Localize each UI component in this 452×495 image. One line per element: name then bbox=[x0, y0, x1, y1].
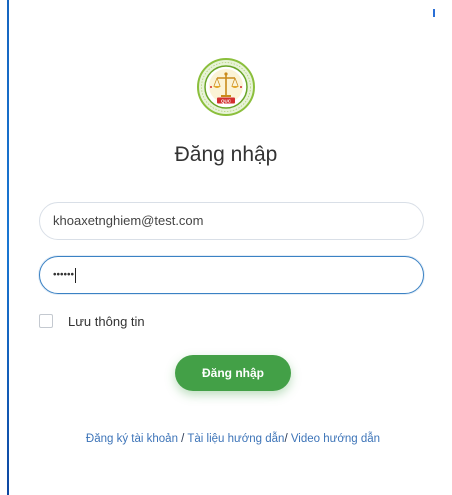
email-value: khoaxetnghiem@test.com bbox=[53, 213, 204, 228]
password-field[interactable]: •••••• bbox=[39, 256, 424, 294]
register-link[interactable]: Đăng ký tài khoản bbox=[86, 433, 178, 445]
link-separator: / bbox=[177, 433, 188, 445]
password-masked-value: •••••• bbox=[53, 269, 75, 281]
logo-badge-text: QUC bbox=[221, 98, 232, 103]
window-edge-mark bbox=[433, 9, 435, 17]
text-caret bbox=[75, 268, 77, 284]
window-left-edge bbox=[0, 0, 9, 495]
remember-label[interactable]: Lưu thông tin bbox=[68, 314, 145, 329]
video-guide-link[interactable]: Video hướng dẫn bbox=[291, 433, 380, 445]
remember-checkbox[interactable] bbox=[39, 314, 53, 328]
remember-me: Lưu thông tin bbox=[39, 312, 145, 330]
scales-of-justice-icon: QUC bbox=[197, 58, 255, 116]
user-guide-link[interactable]: Tài liệu hướng dẫn bbox=[187, 433, 284, 445]
footer-links: Đăng ký tài khoản / Tài liệu hướng dẫn/ … bbox=[0, 433, 452, 445]
organization-logo: QUC bbox=[197, 58, 255, 116]
login-button[interactable]: Đăng nhập bbox=[175, 355, 291, 391]
email-field[interactable]: khoaxetnghiem@test.com bbox=[39, 202, 424, 240]
page-title: Đăng nhập bbox=[174, 143, 278, 166]
login-window: QUC Đăng nhập khoaxetnghiem@test.com •••… bbox=[0, 0, 452, 495]
